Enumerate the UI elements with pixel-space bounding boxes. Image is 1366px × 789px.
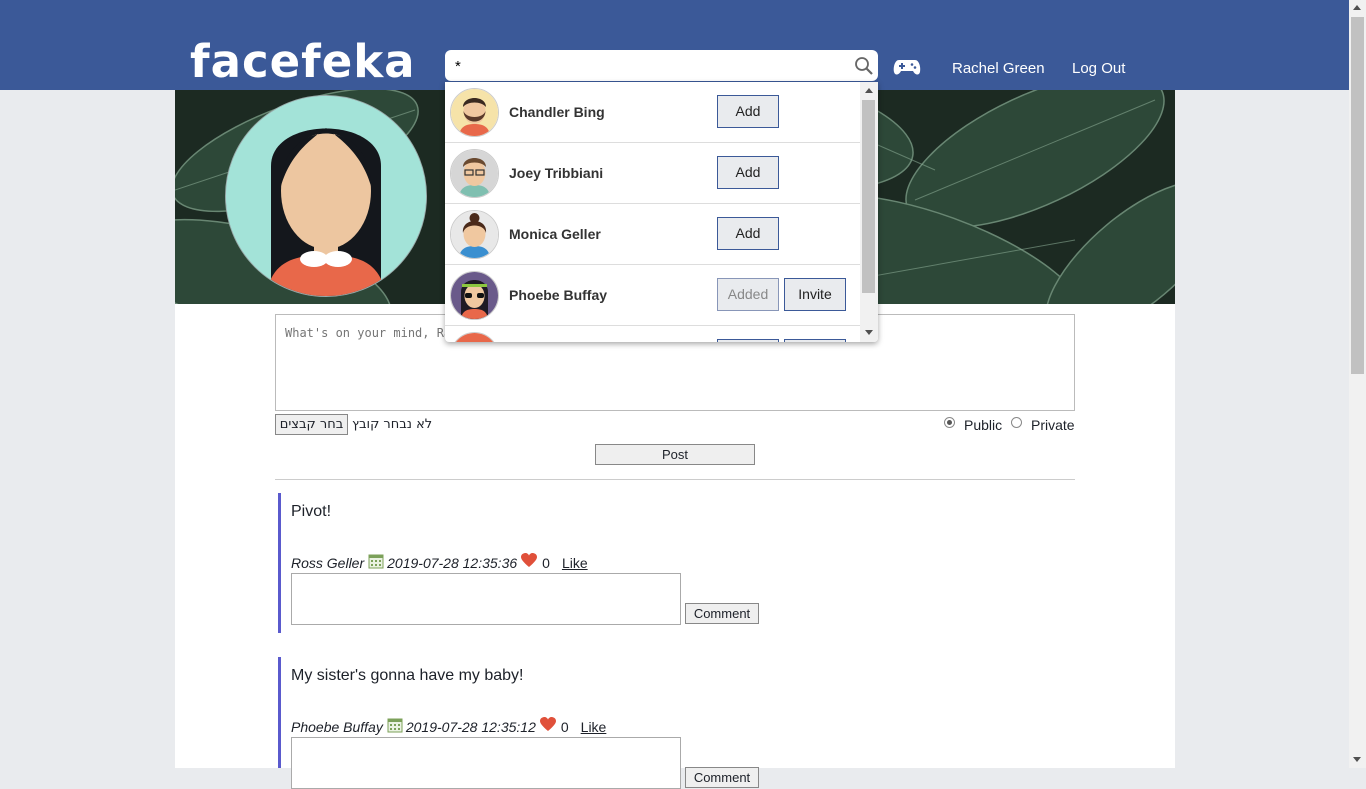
user-name: Phoebe Buffay (509, 287, 608, 303)
comment-input[interactable] (291, 573, 681, 625)
user-avatar (450, 332, 499, 342)
page-scroll-down-icon[interactable] (1353, 757, 1361, 762)
post-button[interactable]: Post (595, 444, 755, 465)
calendar-icon (368, 554, 384, 569)
calendar-icon (387, 718, 403, 733)
like-count: 0 (560, 719, 569, 735)
scroll-up-icon[interactable] (865, 88, 873, 93)
choose-files-button[interactable]: בחר קבצים (275, 414, 348, 435)
search-icon[interactable] (854, 56, 874, 76)
page-scroll-up-icon[interactable] (1353, 5, 1361, 10)
user-avatar (450, 210, 499, 259)
divider (275, 479, 1075, 480)
search-result-item[interactable]: Monica Geller Add (445, 204, 860, 265)
search-result-item[interactable]: Chandler Bing Add (445, 82, 860, 143)
private-radio[interactable] (1011, 417, 1022, 428)
search-box[interactable] (445, 50, 878, 81)
user-avatar (450, 271, 499, 320)
user-avatar (450, 88, 499, 137)
post-text: My sister's gonna have my baby! (291, 667, 524, 684)
post-text: Pivot! (291, 503, 332, 520)
invite-button[interactable]: Invite (784, 278, 846, 311)
post-item: My sister's gonna have my baby! Phoebe B… (278, 657, 1075, 789)
post-item: Pivot! Ross Geller 2019-07-28 12:35:36 0… (278, 493, 1075, 633)
heart-icon (539, 717, 556, 731)
post-timestamp: 2019-07-28 12:35:36 (387, 555, 518, 571)
search-result-item[interactable] (445, 326, 860, 342)
user-name: Joey Tribbiani (509, 165, 604, 181)
profile-avatar[interactable] (225, 95, 427, 297)
post-meta: Phoebe Buffay 2019-07-28 12:35:12 0 Like (291, 717, 606, 735)
post-meta: Ross Geller 2019-07-28 12:35:36 0 Like (291, 553, 588, 571)
gamepad-icon[interactable] (893, 57, 921, 77)
dropdown-scrollbar-thumb[interactable] (862, 100, 875, 293)
invite-button[interactable] (784, 339, 846, 342)
profile-link[interactable]: Rachel Green (952, 60, 1045, 78)
like-count: 0 (542, 555, 550, 571)
heart-icon (521, 553, 538, 567)
logo[interactable]: facefeka (190, 34, 416, 90)
like-link[interactable]: Like (581, 719, 607, 735)
search-result-item[interactable]: Phoebe Buffay Added Invite (445, 265, 860, 326)
like-link[interactable]: Like (562, 555, 588, 571)
post-author: Ross Geller (291, 555, 365, 571)
added-button: Added (717, 278, 779, 311)
logout-link[interactable]: Log Out (1072, 60, 1125, 78)
comment-input[interactable] (291, 737, 681, 789)
dropdown-scrollbar[interactable] (860, 82, 878, 342)
add-friend-button[interactable]: Add (717, 95, 779, 128)
post-author: Phoebe Buffay (291, 719, 383, 735)
page-scrollbar[interactable] (1349, 0, 1366, 768)
search-result-item[interactable]: Joey Tribbiani Add (445, 143, 860, 204)
public-radio[interactable] (944, 417, 955, 428)
file-status: לא נבחר קובץ (352, 417, 433, 432)
user-name: Monica Geller (509, 226, 601, 242)
post-timestamp: 2019-07-28 12:35:12 (405, 719, 536, 735)
add-friend-button[interactable]: Add (717, 156, 779, 189)
search-input[interactable] (455, 56, 835, 76)
public-label: Public (964, 417, 1003, 433)
add-friend-button[interactable]: Add (717, 217, 779, 250)
search-results-dropdown: Chandler Bing Add Joey Tribbiani Add Mon… (445, 82, 878, 342)
scroll-down-icon[interactable] (865, 330, 873, 335)
add-friend-button[interactable] (717, 339, 779, 342)
comment-button[interactable]: Comment (685, 767, 759, 788)
page-scrollbar-thumb[interactable] (1351, 17, 1364, 374)
user-name: Chandler Bing (509, 104, 605, 120)
comment-button[interactable]: Comment (685, 603, 759, 624)
user-avatar (450, 149, 499, 198)
private-label: Private (1031, 417, 1075, 433)
